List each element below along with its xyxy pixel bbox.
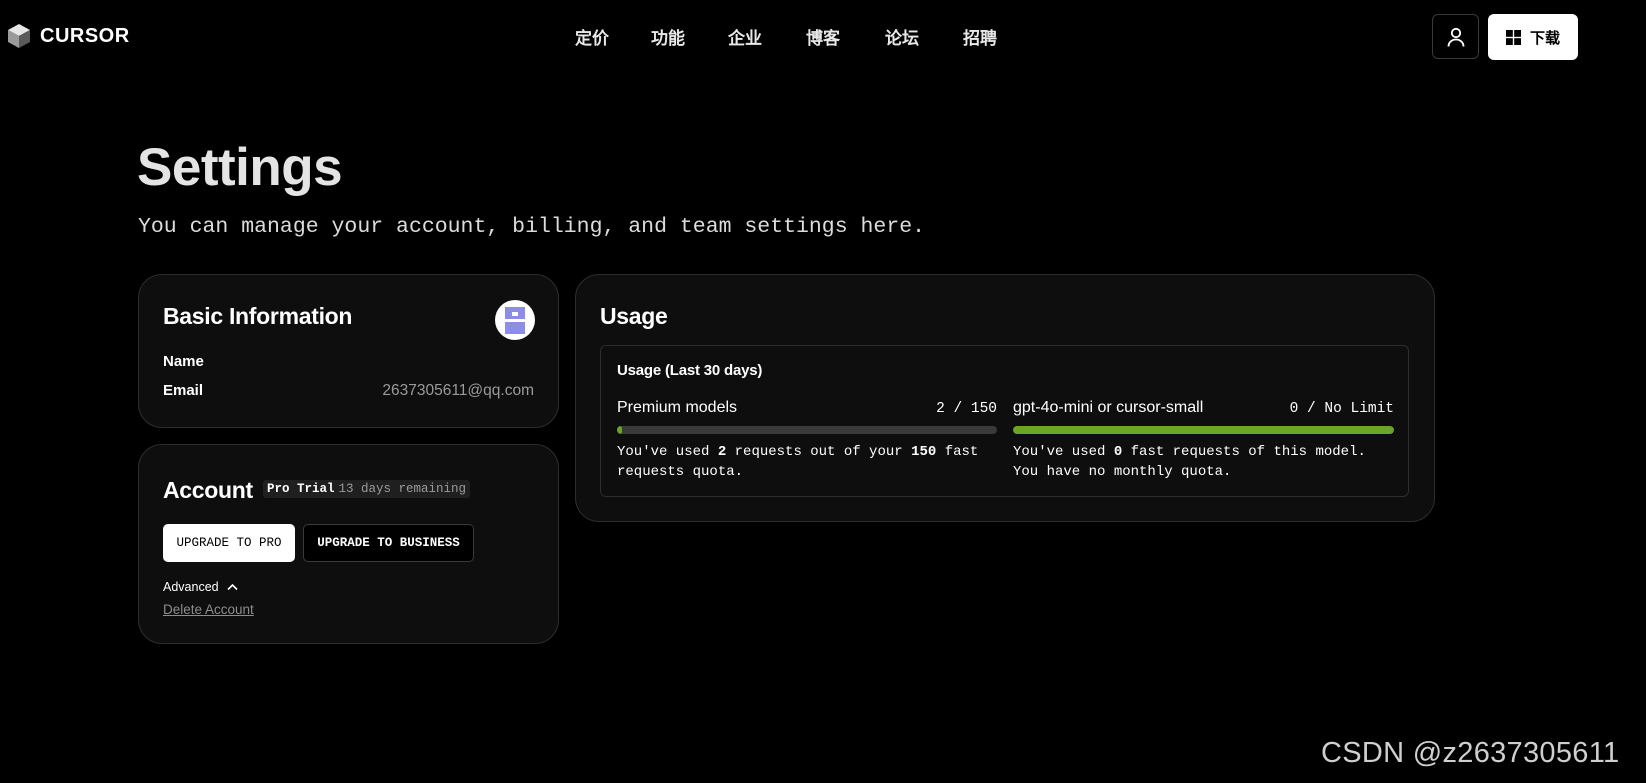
email-label: Email <box>163 382 204 399</box>
user-icon <box>1447 27 1464 47</box>
premium-models-progress-fill <box>617 426 623 434</box>
small-models-usage: gpt-4o-mini or cursor-small 0 / No Limit… <box>1013 399 1394 482</box>
advanced-label: Advanced <box>163 580 219 594</box>
nav-forum[interactable]: 论坛 <box>885 24 919 49</box>
account-button[interactable] <box>1432 14 1479 59</box>
delete-account-link[interactable]: Delete Account <box>163 602 254 617</box>
usage-period-label: Usage (Last 30 days) <box>617 362 763 379</box>
nav-features[interactable]: 功能 <box>651 24 685 49</box>
cursor-cube-icon <box>8 24 30 48</box>
plan-name: Pro Trial <box>267 482 335 496</box>
page-title: Settings <box>137 138 343 197</box>
desc-used-count: 2 <box>717 444 727 460</box>
windows-icon <box>1505 29 1521 45</box>
email-value: 2637305611@qq.com <box>382 382 534 399</box>
desc-text: You've used <box>617 444 718 460</box>
csdn-watermark: CSDN @z2637305611 <box>1321 737 1620 769</box>
premium-models-count: 2 / 150 <box>936 401 997 417</box>
download-button[interactable]: 下载 <box>1488 14 1578 60</box>
premium-models-name: Premium models <box>617 399 738 416</box>
small-models-description: You've used 0 fast requests of this mode… <box>1013 442 1394 482</box>
basic-information-card: Basic Information Name Email 2637305611@… <box>138 274 559 428</box>
account-card: Account Pro Trial 13 days remaining UPGRA… <box>138 444 559 644</box>
premium-models-progress-bar <box>617 426 997 434</box>
upgrade-to-pro-button[interactable]: UPGRADE TO PRO <box>163 524 295 562</box>
download-label: 下载 <box>1529 29 1560 47</box>
name-label: Name <box>163 353 204 370</box>
chevron-up-icon <box>227 583 238 591</box>
nav-enterprise[interactable]: 企业 <box>728 24 762 49</box>
plan-days-remaining: 13 days remaining <box>338 482 467 496</box>
page-subtitle: You can manage your account, billing, an… <box>138 215 926 239</box>
top-nav: 定价 功能 企业 博客 论坛 招聘 <box>575 24 997 49</box>
avatar-identicon-icon <box>505 307 525 334</box>
usage-card: Usage Usage (Last 30 days) Premium model… <box>575 274 1435 522</box>
small-models-count: 0 / No Limit <box>1289 401 1394 417</box>
desc-used-count: 0 <box>1113 444 1123 460</box>
desc-text: You've used <box>1013 444 1114 460</box>
small-models-progress-bar <box>1013 426 1394 434</box>
upgrade-to-business-button[interactable]: UPGRADE TO BUSINESS <box>303 524 474 562</box>
small-models-progress-fill <box>1013 426 1394 434</box>
logo-text: CURSOR <box>40 24 130 47</box>
premium-models-description: You've used 2 requests out of your 150 f… <box>617 442 997 482</box>
small-models-name: gpt-4o-mini or cursor-small <box>1013 399 1204 416</box>
nav-blog[interactable]: 博客 <box>806 24 840 49</box>
desc-quota-count: 150 <box>911 444 937 460</box>
account-title: Account <box>163 477 253 503</box>
plan-badge: Pro Trial 13 days remaining <box>263 480 471 498</box>
avatar[interactable] <box>495 300 535 340</box>
advanced-toggle[interactable]: Advanced <box>163 580 238 594</box>
nav-pricing[interactable]: 定价 <box>575 24 609 49</box>
usage-panel: Usage (Last 30 days) Premium models 2 / … <box>600 345 1409 497</box>
desc-text: requests out of your <box>726 444 912 460</box>
usage-title: Usage <box>600 303 668 329</box>
basic-information-title: Basic Information <box>163 303 353 329</box>
nav-careers[interactable]: 招聘 <box>963 24 997 49</box>
cursor-logo[interactable]: CURSOR <box>6 23 130 49</box>
premium-models-usage: Premium models 2 / 150 You've used 2 req… <box>617 399 997 482</box>
